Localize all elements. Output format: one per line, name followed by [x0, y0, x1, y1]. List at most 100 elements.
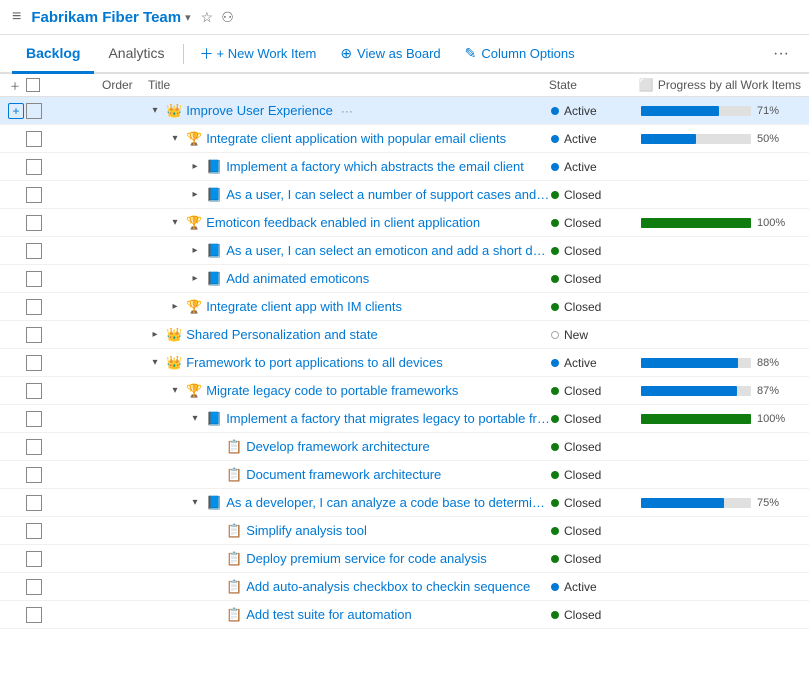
expand-chevron-icon[interactable]: ▾ [188, 412, 202, 426]
expand-chevron-icon[interactable]: ▾ [148, 104, 162, 118]
expand-chevron-icon[interactable]: ▾ [168, 132, 182, 146]
item-title-text[interactable]: Document framework architecture [246, 467, 441, 482]
expand-chevron-icon[interactable]: ▸ [168, 300, 182, 314]
row-checkbox[interactable] [26, 131, 42, 147]
item-title-text[interactable]: Migrate legacy code to portable framewor… [206, 383, 458, 398]
state-dot [551, 219, 559, 227]
new-work-item-button[interactable]: ＋ + New Work Item [188, 36, 329, 72]
top-bar: ≡ Fabrikam Fiber Team ▾ ☆ ⚇ [0, 0, 809, 35]
members-icon[interactable]: ⚇ [221, 9, 234, 26]
row-title: 📋 Add test suite for automation [148, 607, 551, 623]
column-icon: ✎ [465, 45, 477, 62]
state-text: Active [564, 104, 597, 118]
expand-chevron-icon[interactable] [208, 608, 222, 622]
new-work-item-label: + New Work Item [217, 46, 317, 61]
item-title-text[interactable]: As a developer, I can analyze a code bas… [226, 495, 551, 510]
item-title-text[interactable]: Emoticon feedback enabled in client appl… [206, 215, 480, 230]
state-text: Active [564, 132, 597, 146]
row-state: Closed [551, 216, 641, 230]
row-title: ▸📘As a user, I can select an emoticon an… [148, 243, 551, 259]
hamburger-icon[interactable]: ≡ [12, 8, 21, 26]
row-checkbox[interactable] [26, 299, 42, 315]
row-progress: 100% [641, 217, 801, 229]
view-as-board-button[interactable]: ⊕ View as Board [328, 37, 452, 70]
progress-bar-track [641, 498, 751, 508]
expand-chevron-icon[interactable]: ▸ [188, 160, 202, 174]
row-checkbox[interactable] [26, 271, 42, 287]
row-checkbox[interactable] [26, 103, 42, 119]
row-ellipsis-button[interactable]: ··· [341, 104, 353, 118]
favorite-icon[interactable]: ☆ [201, 9, 214, 26]
expand-chevron-icon[interactable]: ▾ [188, 496, 202, 510]
expand-chevron-icon[interactable]: ▾ [168, 216, 182, 230]
item-title-text[interactable]: Develop framework architecture [246, 439, 430, 454]
header-controls-col: ＋ [8, 78, 98, 92]
row-controls [8, 467, 98, 483]
board-icon: ⊕ [340, 45, 352, 62]
item-title-text[interactable]: Shared Personalization and state [186, 327, 378, 342]
team-chevron-icon[interactable]: ▾ [185, 11, 191, 24]
item-title-text[interactable]: Implement a factory that migrates legacy… [226, 411, 551, 426]
row-checkbox[interactable] [26, 383, 42, 399]
header-checkbox[interactable] [26, 78, 40, 92]
row-checkbox[interactable] [26, 495, 42, 511]
expand-chevron-icon[interactable]: ▾ [148, 356, 162, 370]
item-title-text[interactable]: Implement a factory which abstracts the … [226, 159, 524, 174]
state-text: Active [564, 580, 597, 594]
expand-chevron-icon[interactable]: ▸ [188, 188, 202, 202]
row-checkbox[interactable] [26, 159, 42, 175]
item-title-text[interactable]: Add animated emoticons [226, 271, 369, 286]
item-title-text[interactable]: Simplify analysis tool [246, 523, 367, 538]
expand-chevron-icon[interactable] [208, 552, 222, 566]
state-text: Closed [564, 496, 601, 510]
progress-col-header: ⬜ Progress by all Work Items [639, 78, 801, 92]
state-text: New [564, 328, 588, 342]
expand-chevron-icon[interactable]: ▸ [148, 328, 162, 342]
item-type-icon: 📘 [206, 271, 222, 287]
expand-chevron-icon[interactable] [208, 440, 222, 454]
state-dot [551, 191, 559, 199]
item-title-text[interactable]: Integrate client application with popula… [206, 131, 506, 146]
item-title-text[interactable]: Add test suite for automation [246, 607, 411, 622]
table-row: ▾🏆Integrate client application with popu… [0, 125, 809, 153]
item-title-text[interactable]: As a user, I can select an emoticon and … [226, 243, 551, 258]
item-title-text[interactable]: Integrate client app with IM clients [206, 299, 402, 314]
expand-chevron-icon[interactable]: ▸ [188, 272, 202, 286]
row-checkbox[interactable] [26, 411, 42, 427]
expand-chevron-icon[interactable]: ▾ [168, 384, 182, 398]
expand-chevron-icon[interactable] [208, 468, 222, 482]
add-row-button[interactable]: + [8, 103, 24, 119]
table-row: ▾👑Framework to port applications to all … [0, 349, 809, 377]
column-options-button[interactable]: ✎ Column Options [453, 37, 587, 70]
expand-chevron-icon[interactable]: ▸ [188, 244, 202, 258]
expand-chevron-icon[interactable] [208, 580, 222, 594]
row-checkbox[interactable] [26, 187, 42, 203]
item-title-text[interactable]: Framework to port applications to all de… [186, 355, 443, 370]
row-checkbox[interactable] [26, 551, 42, 567]
expand-chevron-icon[interactable] [208, 524, 222, 538]
item-title-text[interactable]: Deploy premium service for code analysis [246, 551, 487, 566]
row-checkbox[interactable] [26, 327, 42, 343]
row-checkbox[interactable] [26, 439, 42, 455]
row-checkbox[interactable] [26, 523, 42, 539]
row-checkbox[interactable] [26, 579, 42, 595]
row-controls [8, 551, 98, 567]
nav-backlog[interactable]: Backlog [12, 35, 94, 74]
row-checkbox[interactable] [26, 355, 42, 371]
more-options-button[interactable]: ··· [765, 37, 797, 71]
row-controls [8, 523, 98, 539]
row-checkbox[interactable] [26, 243, 42, 259]
item-title-text[interactable]: Add auto-analysis checkbox to checkin se… [246, 579, 530, 594]
row-checkbox[interactable] [26, 467, 42, 483]
item-title-text[interactable]: Improve User Experience [186, 103, 333, 118]
row-checkbox[interactable] [26, 215, 42, 231]
item-type-icon: 📋 [226, 607, 242, 623]
state-text: Closed [564, 272, 601, 286]
row-state: Closed [551, 384, 641, 398]
nav-analytics[interactable]: Analytics [94, 35, 178, 74]
item-title-text[interactable]: As a user, I can select a number of supp… [226, 187, 551, 202]
row-controls [8, 327, 98, 343]
row-checkbox[interactable] [26, 607, 42, 623]
header-expand-icon[interactable]: ＋ [8, 78, 22, 92]
team-name[interactable]: Fabrikam Fiber Team [31, 9, 181, 26]
